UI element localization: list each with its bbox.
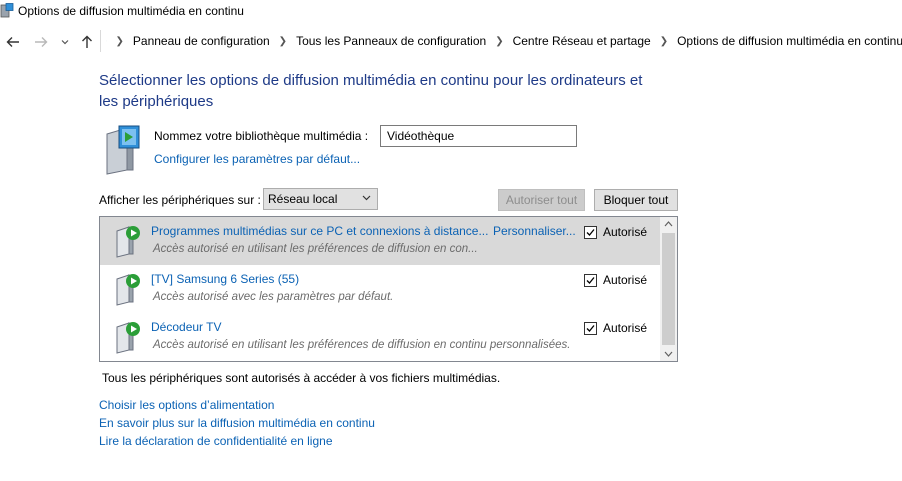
scrollbar-thumb[interactable] — [662, 233, 675, 345]
forward-arrow-icon — [35, 37, 48, 47]
title-bar: Options de diffusion multimédia en conti… — [0, 0, 902, 24]
device-icon — [116, 322, 140, 354]
show-devices-label: Afficher les périphériques sur : — [99, 193, 261, 207]
navigation-bar: ❯ Panneau de configuration ❯ Tous les Pa… — [0, 28, 902, 56]
allowed-label: Autorisé — [603, 321, 648, 335]
configure-defaults-link[interactable]: Configurer les paramètres par défaut... — [154, 152, 360, 166]
block-all-label: Bloquer tout — [603, 193, 669, 207]
device-name[interactable]: Programmes multimédias sur ce PC et conn… — [151, 224, 488, 238]
device-name[interactable]: Décodeur TV — [151, 320, 221, 334]
back-button[interactable] — [2, 28, 24, 56]
allow-all-button[interactable]: Autoriser tout — [498, 189, 585, 211]
device-description: Accès autorisé en utilisant les préféren… — [153, 339, 571, 351]
breadcrumb-separator-icon: ❯ — [278, 35, 288, 47]
breadcrumb-all-panels[interactable]: Tous les Panneaux de configuration — [296, 34, 486, 48]
allowed-label: Autorisé — [603, 225, 648, 239]
library-name-label: Nommez votre bibliothèque multimédia : — [154, 129, 369, 143]
control-panel-icon — [106, 40, 107, 42]
device-row-this-pc[interactable]: Programmes multimédias sur ce PC et conn… — [100, 217, 661, 265]
page-heading-line2: les périphériques — [99, 93, 214, 110]
breadcrumb-separator-icon: ❯ — [495, 35, 504, 47]
breadcrumb-network-center[interactable]: Centre Réseau et partage — [513, 34, 651, 48]
network-select[interactable]: Réseau local — [263, 188, 378, 210]
device-description: Accès autorisé avec les paramètres par d… — [153, 291, 394, 303]
chevron-down-icon — [362, 195, 371, 201]
learn-more-link[interactable]: En savoir plus sur la diffusion multiméd… — [99, 416, 375, 430]
scroll-up-icon[interactable] — [660, 217, 677, 231]
device-icon — [116, 274, 140, 306]
privacy-statement-link[interactable]: Lire la déclaration de confidentialité e… — [99, 434, 333, 448]
breadcrumb-control-panel[interactable]: Panneau de configuration — [133, 34, 270, 48]
device-list[interactable]: Programmes multimédias sur ce PC et conn… — [99, 216, 678, 362]
media-server-icon — [0, 3, 14, 18]
block-all-button[interactable]: Bloquer tout — [594, 189, 678, 211]
allowed-checkbox[interactable] — [584, 226, 597, 239]
allowed-label: Autorisé — [603, 273, 648, 287]
list-scrollbar[interactable] — [660, 217, 677, 361]
power-options-link[interactable]: Choisir les options d’alimentation — [99, 398, 274, 412]
checkbox-checked-icon — [586, 277, 595, 284]
chevron-down-icon — [61, 40, 69, 45]
address-bar[interactable]: ❯ Panneau de configuration ❯ Tous les Pa… — [100, 30, 902, 52]
breadcrumb-separator-icon: ❯ — [659, 35, 669, 47]
up-arrow-icon — [82, 35, 92, 48]
customize-link[interactable]: Personnaliser... — [493, 224, 576, 238]
window-title: Options de diffusion multimédia en conti… — [18, 4, 244, 18]
device-description: Accès autorisé en utilisant les préféren… — [153, 243, 478, 255]
checkbox-checked-icon — [586, 229, 595, 236]
breadcrumb-streaming-options[interactable]: Options de diffusion multimédia en conti… — [677, 34, 902, 48]
recent-locations-button[interactable] — [58, 28, 72, 56]
back-arrow-icon — [6, 37, 19, 47]
device-name[interactable]: [TV] Samsung 6 Series (55) — [151, 272, 299, 286]
network-select-value: Réseau local — [268, 192, 338, 206]
allowed-checkbox[interactable] — [584, 274, 597, 287]
breadcrumb-separator-icon: ❯ — [115, 35, 124, 47]
checkbox-checked-icon — [586, 325, 595, 332]
page-heading-line1: Sélectionner les options de diffusion mu… — [99, 72, 643, 89]
status-text: Tous les périphériques sont autorisés à … — [102, 371, 501, 385]
library-name-input[interactable] — [380, 125, 577, 147]
scroll-down-icon[interactable] — [660, 347, 677, 361]
device-row-decoder[interactable]: Décodeur TV Accès autorisé en utilisant … — [100, 313, 661, 361]
page-heading: Sélectionner les options de diffusion mu… — [99, 70, 699, 112]
allowed-checkbox[interactable] — [584, 322, 597, 335]
forward-button[interactable] — [30, 28, 52, 56]
device-icon — [116, 226, 140, 258]
allow-all-label: Autoriser tout — [505, 193, 578, 207]
media-library-icon — [106, 125, 140, 175]
device-row-samsung-tv[interactable]: [TV] Samsung 6 Series (55) Accès autoris… — [100, 265, 661, 313]
up-button[interactable] — [78, 28, 96, 56]
